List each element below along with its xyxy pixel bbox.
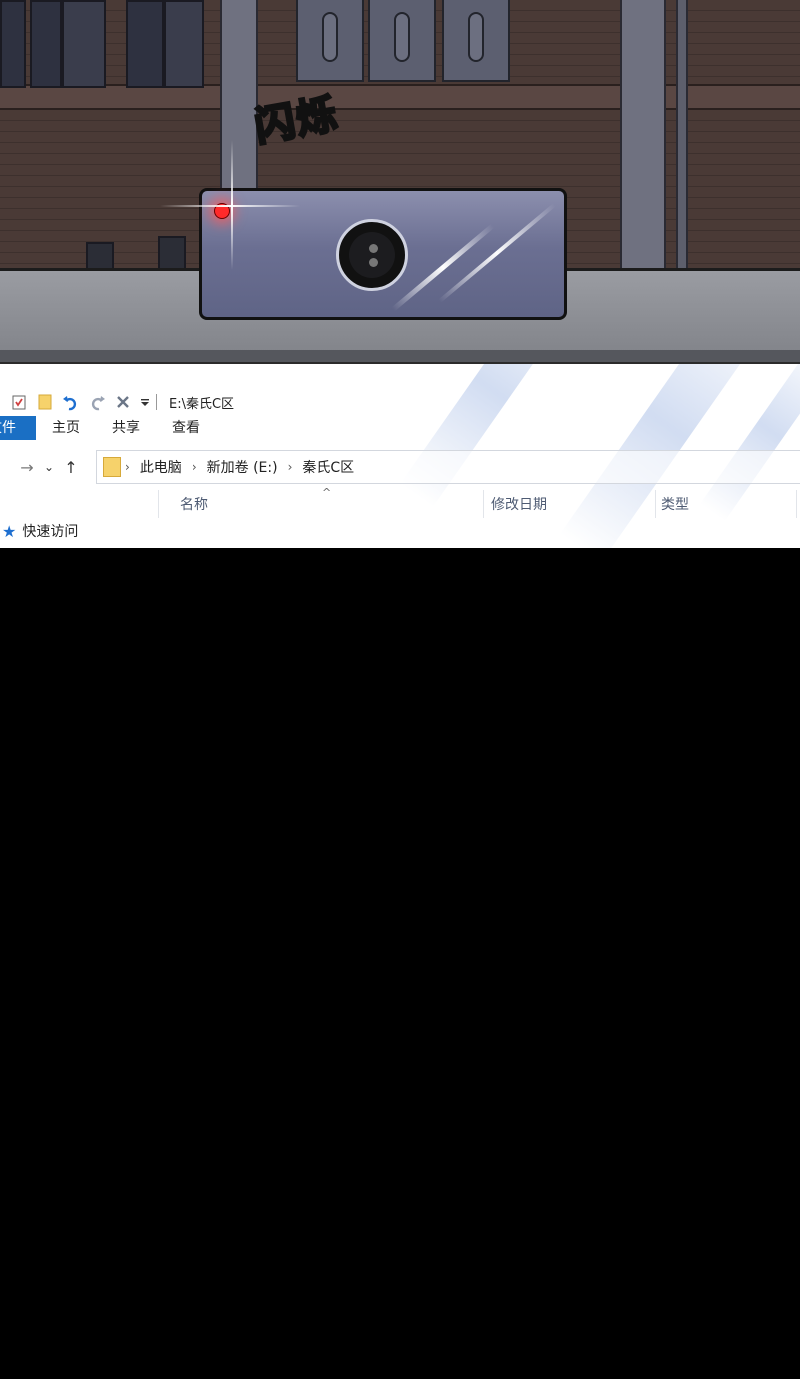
binder [442, 0, 510, 82]
checklist-icon[interactable] [10, 393, 28, 411]
camera-lens-icon [336, 219, 408, 291]
breadcrumb-chevron-icon[interactable]: › [288, 460, 293, 474]
sidebar-item-quick-access[interactable]: ★ 快速访问 [0, 512, 158, 550]
star-icon: ★ [2, 521, 17, 541]
tab-view[interactable]: 查看 [156, 416, 216, 440]
glare-streak [400, 364, 582, 507]
breadcrumb-this-pc[interactable]: 此电脑 [140, 457, 182, 477]
breadcrumb-current-folder[interactable]: 秦氏C区 [302, 457, 354, 477]
tab-share[interactable]: 共享 [96, 416, 156, 440]
book-spine [62, 0, 106, 88]
quick-access-toolbar: E:\秦氏C区 [0, 390, 234, 414]
delete-icon[interactable] [114, 393, 132, 411]
book-spine [30, 0, 62, 88]
undo-icon[interactable] [62, 393, 80, 411]
breadcrumb-drive-e[interactable]: 新加卷 (E:) [207, 457, 278, 477]
column-divider[interactable] [655, 490, 656, 518]
up-arrow-icon[interactable]: ↑ [58, 458, 84, 477]
breadcrumb-chevron-icon[interactable]: › [192, 460, 197, 474]
recent-locations-chevron-icon[interactable]: ⌄ [40, 460, 58, 474]
toolbar-divider [156, 394, 157, 410]
flash-sparkle [231, 140, 233, 270]
redo-icon[interactable] [88, 393, 106, 411]
column-divider [158, 490, 159, 518]
file-explorer-window: E:\秦氏C区 文件 主页 共享 查看 → ⌄ ↑ › 此电脑 › 新加卷 (E… [0, 362, 800, 550]
folder-icon[interactable] [36, 393, 54, 411]
sidebar-item-label: 快速访问 [22, 524, 79, 540]
book-spine [126, 0, 164, 88]
black-area [0, 548, 800, 1379]
column-divider[interactable] [796, 490, 797, 518]
breadcrumb-chevron-icon[interactable]: › [125, 460, 130, 474]
navigation-bar: → ⌄ ↑ › 此电脑 › 新加卷 (E:) › 秦氏C区 [0, 450, 800, 484]
hidden-camera [199, 188, 567, 320]
book-spine [164, 0, 204, 88]
tab-file[interactable]: 文件 [0, 416, 36, 440]
ribbon-tabs: 文件 主页 共享 查看 [0, 416, 216, 440]
flash-sparkle [160, 205, 300, 207]
tab-file-label: 文件 [0, 420, 16, 436]
folder-icon [103, 457, 121, 477]
tab-home[interactable]: 主页 [36, 416, 96, 440]
book-spine [0, 0, 26, 88]
column-header-name[interactable]: 名称 [180, 494, 208, 514]
window-title: E:\秦氏C区 [169, 396, 235, 412]
small-object [158, 236, 186, 272]
sort-ascending-icon: ^ [322, 486, 332, 499]
shelf-post [676, 0, 688, 270]
column-header-modified[interactable]: 修改日期 [491, 494, 547, 514]
binder [368, 0, 436, 82]
forward-arrow-icon[interactable]: → [14, 458, 40, 477]
address-bar[interactable]: › 此电脑 › 新加卷 (E:) › 秦氏C区 [96, 450, 800, 484]
shelf-post [620, 0, 666, 270]
desk-edge [0, 350, 800, 362]
comic-panel: 闪烁 [0, 0, 800, 362]
column-divider[interactable] [483, 490, 484, 518]
customize-dropdown-icon[interactable] [140, 393, 150, 411]
column-header-type[interactable]: 类型 [661, 494, 689, 514]
binder [296, 0, 364, 82]
